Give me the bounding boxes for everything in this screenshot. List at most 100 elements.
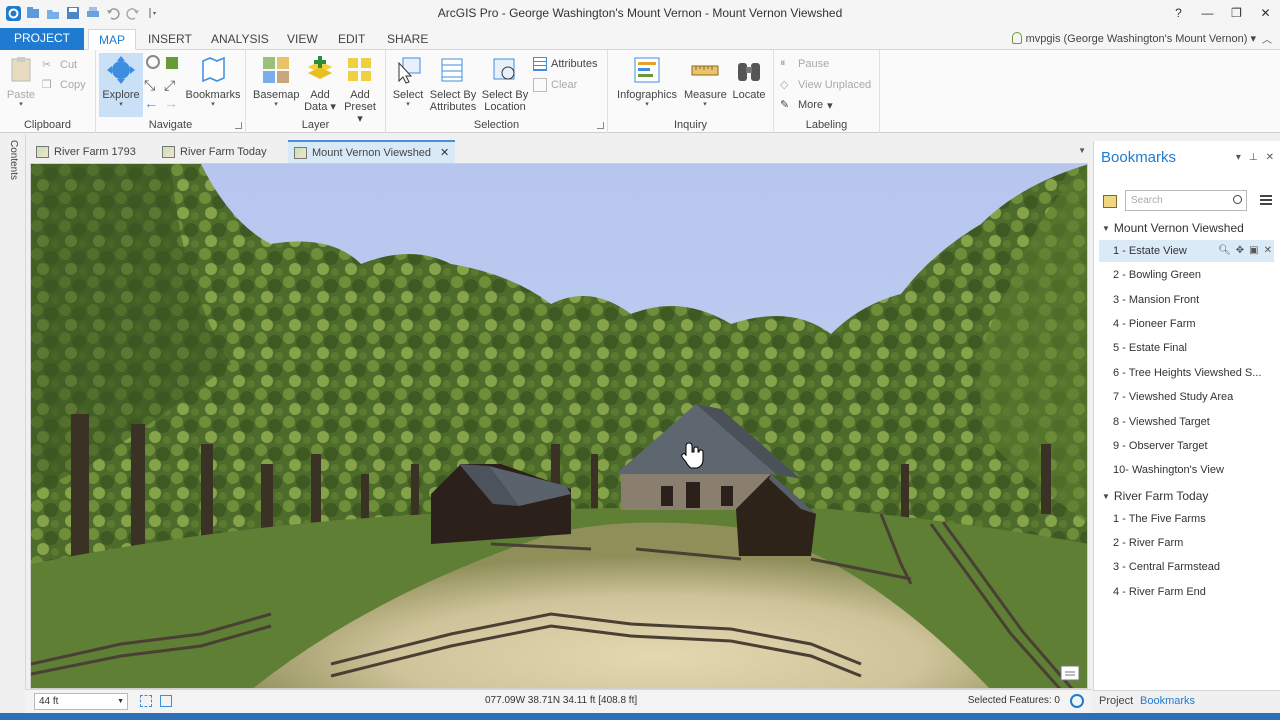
select-by-location-button[interactable]: Select By Location [480,53,530,117]
dialog-launcher-icon[interactable] [597,122,604,129]
hamburger-menu-icon[interactable] [1260,195,1272,205]
new-project-icon[interactable] [25,5,41,21]
bookmark-item[interactable]: 3 - Central Farmstead [1099,556,1274,578]
arcgis-pro-icon[interactable] [5,5,21,21]
zoom-full-extent-icon[interactable] [146,55,160,69]
previous-extent-icon[interactable]: ← [144,95,158,111]
infographics-button[interactable]: Infographics ▾ [612,53,682,117]
group-label-inquiry: Inquiry [673,119,708,131]
paste-button[interactable]: Paste ▾ [2,53,40,117]
tab-share[interactable]: SHARE [377,29,438,50]
scale-combo[interactable]: 44 ft ▼ [34,693,128,710]
select-button[interactable]: Select ▾ [390,53,426,117]
bookmark-item[interactable]: 8 - Viewshed Target [1099,411,1274,433]
measure-button[interactable]: Measure ▾ [684,53,727,117]
copy-button[interactable]: ❐ Copy [42,76,86,94]
bookmark-item[interactable]: 4 - River Farm End [1099,581,1274,603]
signed-in-user[interactable]: mvpgis (George Washington's Mount Vernon… [1011,32,1256,45]
add-preset-button[interactable]: Add Preset ▾ [340,53,380,125]
bookmark-label: 4 - River Farm End [1113,586,1206,598]
bookmark-item[interactable]: 4 - Pioneer Farm [1099,313,1274,335]
scene-canvas[interactable] [31,164,1088,689]
bookmark-item[interactable]: 7 - Viewshed Study Area [1099,386,1274,408]
zoom-to-icon[interactable]: 🔍︎ [1218,240,1231,262]
locate-button[interactable]: Locate [728,53,770,117]
bookmark-item[interactable]: 2 - River Farm [1099,532,1274,554]
ruler-icon [690,55,720,85]
bookmark-item[interactable]: 1 - Estate View 🔍︎ ✥ ▣ ✕ [1099,240,1274,262]
help-button[interactable]: ? [1164,0,1193,26]
minimize-button[interactable]: — [1193,0,1222,26]
next-extent-icon[interactable]: → [164,95,178,111]
pin-icon[interactable]: ⊥ [1249,152,1258,163]
bookmark-label: 8 - Viewshed Target [1113,416,1210,428]
collapse-ribbon-icon[interactable]: ︿ [1262,31,1272,46]
taskbar-edge [0,713,1280,720]
close-pane-icon[interactable]: ✕ [1266,152,1274,163]
close-button[interactable]: ✕ [1251,0,1280,26]
clear-selection-button[interactable]: Clear [533,76,577,94]
bookmark-label: 6 - Tree Heights Viewshed S... [1113,367,1262,379]
pause-labeling-button[interactable]: ⏸ Pause [780,55,829,73]
tab-bookmarks-pane[interactable]: Bookmarks [1136,695,1199,707]
restore-button[interactable]: ❐ [1222,0,1251,26]
tab-mount-vernon-viewshed[interactable]: Mount Vernon Viewshed ✕ [288,140,456,163]
fixed-zoom-icon[interactable] [166,57,178,69]
bookmark-item[interactable]: 9 - Observer Target [1099,435,1274,457]
print-icon[interactable] [85,5,101,21]
delete-icon[interactable]: ✕ [1264,240,1272,262]
bookmark-item[interactable]: 2 - Bowling Green [1099,264,1274,286]
open-project-icon[interactable] [45,5,61,21]
tab-view[interactable]: VIEW [277,29,328,50]
explore-button[interactable]: Explore ▾ [99,53,143,117]
bookmark-item[interactable]: 6 - Tree Heights Viewshed S... [1099,362,1274,384]
customize-qat-icon[interactable] [145,5,161,21]
tab-edit[interactable]: EDIT [328,29,375,50]
attributes-button[interactable]: Attributes [533,55,597,73]
grid-snap-icon[interactable] [140,695,152,707]
more-labeling-button[interactable]: ✎ More ▾ [780,96,833,114]
add-data-button[interactable]: Add Data ▾ [300,53,340,117]
collection-river-farm-today[interactable]: ▼ River Farm Today [1102,489,1208,503]
tab-river-farm-1793[interactable]: River Farm 1793 [30,140,142,163]
pane-options-icon[interactable]: ▾ [1236,152,1241,163]
chevron-down-icon: ▾ [119,101,123,108]
zoom-in-icon[interactable]: ⤡ [144,77,155,94]
zoom-out-icon[interactable]: ⤢ [164,77,175,94]
tab-insert[interactable]: INSERT [138,29,202,50]
bookmark-item[interactable]: 3 - Mansion Front [1099,289,1274,311]
scene-view[interactable] [30,163,1088,689]
undo-icon[interactable] [105,5,121,21]
contents-pane-collapsed[interactable]: Contents [0,134,26,690]
navigator-overlay-icon[interactable] [1060,665,1080,681]
bookmark-item[interactable]: 1 - The Five Farms [1099,508,1274,530]
basemap-button[interactable]: Basemap ▾ [253,53,299,117]
tab-project-pane[interactable]: Project [1095,695,1137,707]
manage-bookmarks-icon[interactable] [1103,195,1117,208]
select-by-attributes-icon [438,55,468,85]
refresh-icon[interactable] [1070,694,1084,708]
group-label-selection: Selection [473,119,520,131]
search-icon[interactable] [1233,195,1242,204]
view-unplaced-button[interactable]: ◇ View Unplaced [780,76,871,94]
bookmark-item[interactable]: 5 - Estate Final [1099,337,1274,359]
tab-project[interactable]: PROJECT [0,28,84,50]
tab-river-farm-today[interactable]: River Farm Today [156,140,273,163]
cut-button[interactable]: ✂ Cut [42,56,77,74]
tabs-dropdown-icon[interactable]: ▼ [1078,146,1086,155]
pan-icon[interactable]: ✥ [1236,240,1244,262]
close-tab-icon[interactable]: ✕ [440,146,449,159]
update-icon[interactable]: ▣ [1249,240,1258,262]
dialog-launcher-icon[interactable] [235,122,242,129]
selected-features-count[interactable]: Selected Features: 0 [968,695,1060,706]
tab-analysis[interactable]: ANALYSIS [201,29,279,50]
bookmark-item[interactable]: 10- Washington's View [1099,459,1274,481]
save-icon[interactable] [65,5,81,21]
search-input[interactable]: Search [1125,190,1247,211]
collection-mount-vernon-viewshed[interactable]: ▼ Mount Vernon Viewshed [1102,221,1244,235]
bookmarks-button[interactable]: Bookmarks ▾ [184,53,242,117]
tab-map[interactable]: MAP [88,29,137,50]
redo-icon[interactable] [125,5,141,21]
pixel-grid-icon[interactable] [160,695,172,707]
select-by-attributes-button[interactable]: Select By Attributes [428,53,478,117]
